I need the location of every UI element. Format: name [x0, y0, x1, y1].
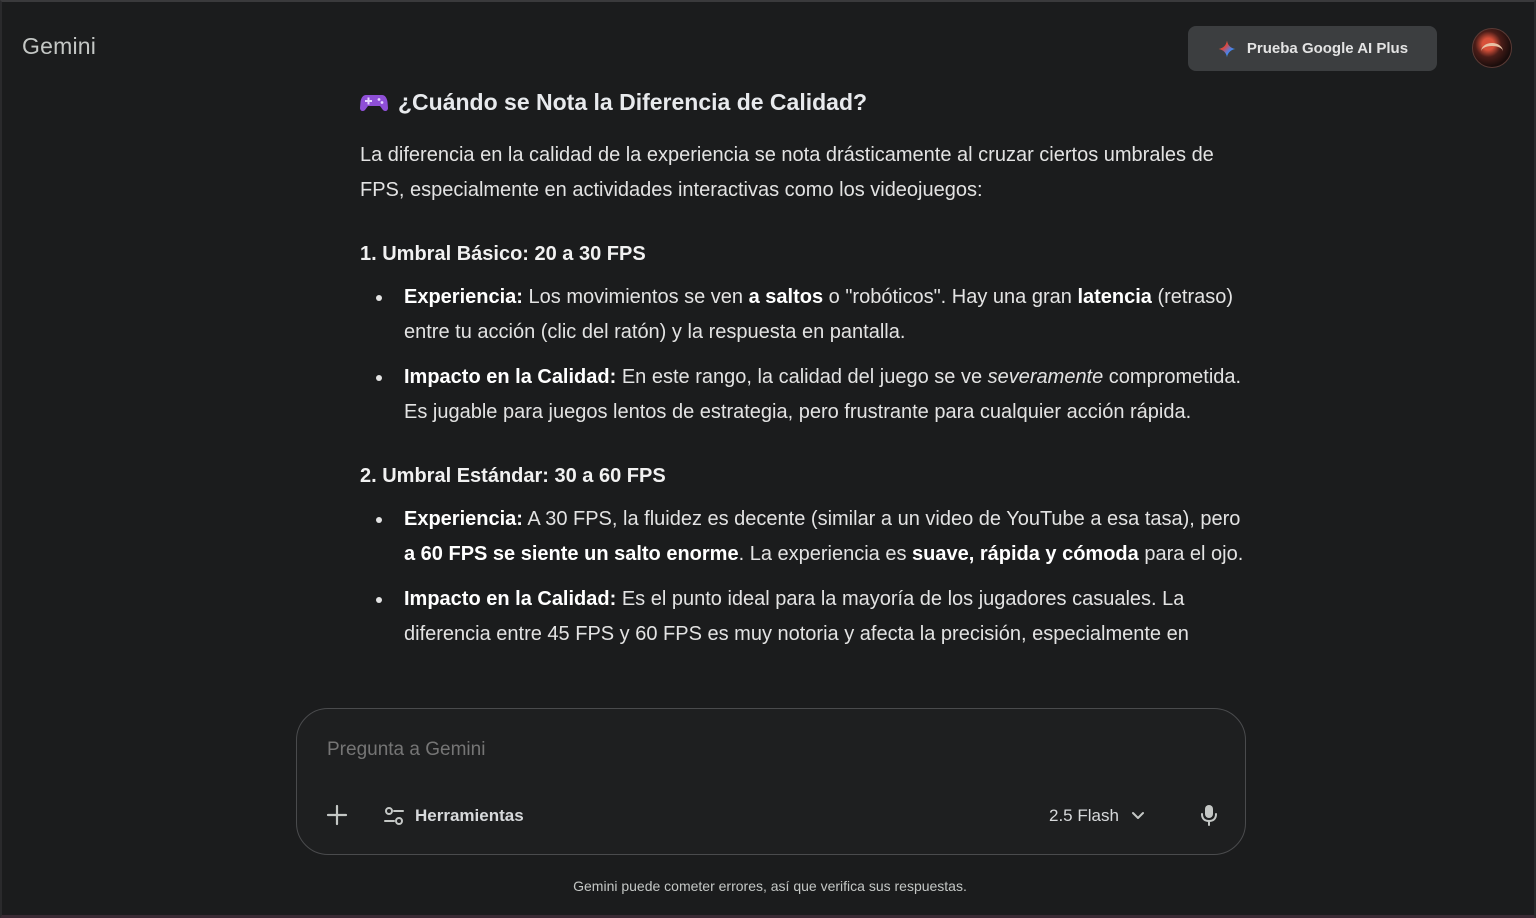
bullet-text: para el ojo. [1138, 543, 1244, 565]
sparkle-icon [1218, 40, 1236, 57]
tools-button[interactable]: Herramientas [383, 801, 524, 831]
list-item: Experiencia: Los movimientos se ven a sa… [360, 280, 1250, 350]
gamepad-icon [360, 95, 388, 112]
bullet-label: Impacto en la Calidad: [404, 366, 617, 388]
bullet-label: Impacto en la Calidad: [404, 588, 617, 610]
list-item: Experiencia: A 30 FPS, la fluidez es dec… [360, 502, 1250, 572]
bullet-text: En este rango, la calidad del juego se v… [616, 366, 988, 388]
microphone-button[interactable] [1193, 799, 1225, 831]
intro-paragraph: La diferencia en la calidad de la experi… [360, 144, 1214, 201]
list-item: Impacto en la Calidad: En este rango, la… [360, 360, 1250, 430]
bullet-label: Experiencia: [404, 508, 523, 530]
section-title-2: 2. Umbral Estándar: 30 a 60 FPS [360, 465, 666, 487]
bullet-text: Los movimientos se ven [522, 286, 749, 308]
tools-label: Herramientas [415, 806, 524, 825]
add-button[interactable] [321, 799, 353, 831]
prompt-composer: Herramientas 2.5 Flash [296, 708, 1246, 855]
response-content: ¿Cuándo se Nota la Diferencia de Calidad… [360, 82, 1250, 712]
section-title-1: 1. Umbral Básico: 20 a 30 FPS [360, 243, 646, 265]
bullet-bold: suave, rápida y cómoda [912, 543, 1139, 565]
brand-title[interactable]: Gemini [22, 33, 96, 60]
bullet-bold: latencia [1077, 286, 1152, 308]
bullet-text: . La experiencia es [738, 543, 913, 565]
microphone-icon [1201, 805, 1217, 826]
bullet-bold: a 60 FPS se siente un salto enorme [404, 543, 739, 565]
response-heading-text: ¿Cuándo se Nota la Diferencia de Calidad… [398, 88, 868, 115]
bullet-text: A 30 FPS, la fluidez es decente (similar… [522, 508, 1241, 530]
bullet-label: Experiencia: [404, 286, 523, 308]
bullet-italic: severamente [987, 366, 1104, 388]
list-item: Impacto en la Calidad: Es el punto ideal… [360, 582, 1250, 652]
tools-icon [384, 807, 404, 825]
plus-icon [326, 804, 348, 826]
bullet-text: o "robóticos". Hay una gran [823, 286, 1078, 308]
response-heading: ¿Cuándo se Nota la Diferencia de Calidad… [360, 82, 1250, 122]
disclaimer-text: Gemini puede cometer errores, así que ve… [573, 878, 967, 894]
prompt-input[interactable] [327, 739, 1027, 761]
upgrade-button-label: Prueba Google AI Plus [1246, 40, 1409, 57]
avatar[interactable] [1472, 28, 1512, 68]
bullet-bold: a saltos [748, 286, 824, 308]
section-2-list: Experiencia: A 30 FPS, la fluidez es dec… [360, 502, 1250, 652]
chevron-down-icon [1131, 812, 1144, 819]
section-1-list: Experiencia: Los movimientos se ven a sa… [360, 280, 1250, 430]
upgrade-button[interactable]: Prueba Google AI Plus [1188, 26, 1437, 71]
model-selector[interactable]: 2.5 Flash [1049, 801, 1145, 831]
app-window: Gemini Prueba Google AI Plus ¿Cuándo se … [0, 0, 1536, 918]
model-label: 2.5 Flash [1049, 806, 1119, 825]
